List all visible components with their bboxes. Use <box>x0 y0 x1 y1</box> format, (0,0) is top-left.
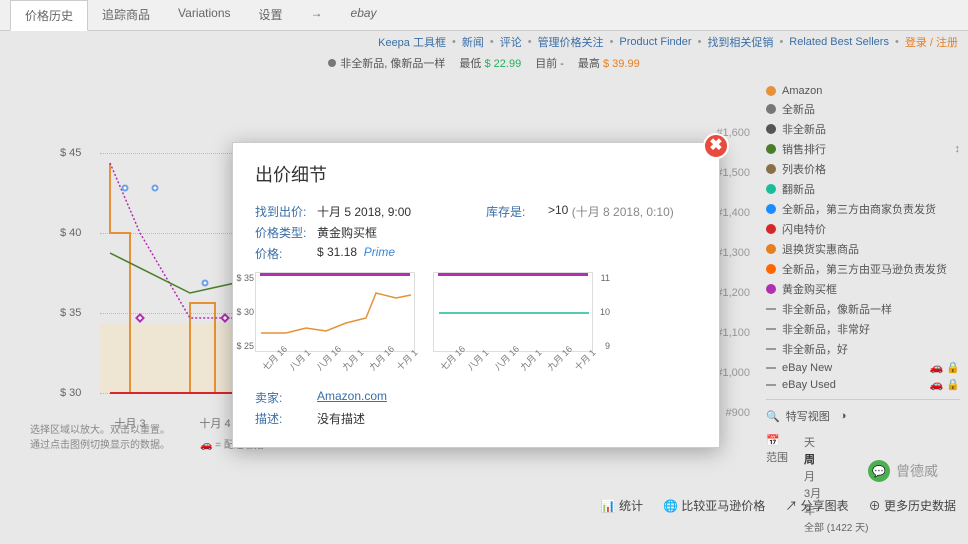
y-45: $ 45 <box>60 147 81 159</box>
marker <box>122 185 129 192</box>
mini-chart-1: $ 35$ 30$ 25 <box>255 272 415 352</box>
legend-item[interactable]: Amazon <box>766 83 960 99</box>
legend-item[interactable]: eBay Used🚗 🔒 <box>766 376 960 393</box>
lnk-manage[interactable]: 管理价格关注 <box>538 34 604 50</box>
legend-item[interactable]: 翻新品 <box>766 179 960 199</box>
legend-item[interactable]: 非全新品，非常好 <box>766 319 960 339</box>
lnk-related[interactable]: 找到相关促销 <box>707 34 773 50</box>
legend-item[interactable]: 黄金购买框 <box>766 279 960 299</box>
lnk-finder[interactable]: Product Finder <box>619 36 691 48</box>
closeup-toggle[interactable]: 🔍 特写视图 ◑ <box>766 406 960 426</box>
marker <box>202 280 209 287</box>
legend-item[interactable]: 销售排行↕ <box>766 139 960 159</box>
marker <box>152 185 159 192</box>
tab-variations[interactable]: Variations <box>164 0 244 30</box>
tab-price-history[interactable]: 价格历史 <box>10 0 88 31</box>
y-30: $ 30 <box>60 387 81 399</box>
r-900: #900 <box>726 407 750 419</box>
tab-arrow: → <box>297 0 337 30</box>
r-1500: #1,500 <box>716 167 750 179</box>
legend-item[interactable]: 列表价格 <box>766 159 960 179</box>
tab-ebay[interactable]: ebay <box>337 0 391 30</box>
close-icon[interactable]: ✖ <box>703 133 729 159</box>
range-opts[interactable]: 天周月3月年全部 (1422 天) <box>804 434 868 534</box>
y-40: $ 40 <box>60 227 81 239</box>
tabs: 价格历史 追踪商品 Variations 设置 → ebay <box>0 0 968 31</box>
legend-item[interactable]: 退换货实惠商品 <box>766 239 960 259</box>
compare-btn[interactable]: 🌐 比较亚马逊价格 <box>663 497 765 514</box>
lnk-bestsellers[interactable]: Related Best Sellers <box>789 36 889 48</box>
range-label: 范围 <box>766 449 796 465</box>
r-1300: #1,300 <box>716 247 750 259</box>
lnk-comments[interactable]: 评论 <box>500 34 522 50</box>
stats-btn[interactable]: 📊 统计 <box>601 497 643 514</box>
r-1100: #1,100 <box>716 327 750 339</box>
calendar-icon: 📅 <box>766 434 796 447</box>
legend-item[interactable]: eBay New🚗 🔒 <box>766 359 960 376</box>
legend-item[interactable]: 全新品，第三方由亚马逊负责发货 <box>766 259 960 279</box>
r-1400: #1,400 <box>716 207 750 219</box>
r-1200: #1,200 <box>716 287 750 299</box>
legend-item[interactable]: 全新品 <box>766 99 960 119</box>
login-link[interactable]: 登录 / 注册 <box>905 34 958 50</box>
summary-bar: 非全新品, 像新品一样 最低 $ 22.99 目前 - 最高 $ 39.99 <box>0 53 968 73</box>
mini-chart-2: 11109 <box>433 272 593 352</box>
toolbar: Keepa 工具框• 新闻• 评论• 管理价格关注• Product Finde… <box>0 31 968 53</box>
tab-track[interactable]: 追踪商品 <box>88 0 164 30</box>
legend-item[interactable]: 闪电特价 <box>766 219 960 239</box>
more-history-btn[interactable]: ⊕ 更多历史数据 <box>869 497 956 514</box>
keepa-toolbox[interactable]: Keepa 工具框 <box>378 34 446 50</box>
popup-title: 出价细节 <box>255 161 697 187</box>
share-btn[interactable]: ↗ 分享图表 <box>785 497 848 514</box>
legend-item[interactable]: 非全新品 <box>766 119 960 139</box>
legend-item[interactable]: 非全新品，好 <box>766 339 960 359</box>
watermark: 💬 曾德威 <box>868 460 938 482</box>
footnote: 选择区域以放大。双击以重置。 通过点击图例切换显示的数据。🚗 = 配送包括 <box>30 421 264 451</box>
lnk-news[interactable]: 新闻 <box>462 34 484 50</box>
r-1000: #1,000 <box>716 367 750 379</box>
y-35: $ 35 <box>60 307 81 319</box>
tab-settings[interactable]: 设置 <box>245 0 297 30</box>
legend-item[interactable]: 非全新品，像新品一样 <box>766 299 960 319</box>
bottom-actions: 📊 统计 🌐 比较亚马逊价格 ↗ 分享图表 ⊕ 更多历史数据 <box>601 497 956 514</box>
seller-link[interactable]: Amazon.com <box>317 389 387 406</box>
bid-detail-popup: ✖ 出价细节 找到出价:十月 5 2018, 9:00 价格类型:黄金购买框 价… <box>232 142 720 448</box>
legend-item[interactable]: 全新品，第三方由商家负责发货 <box>766 199 960 219</box>
